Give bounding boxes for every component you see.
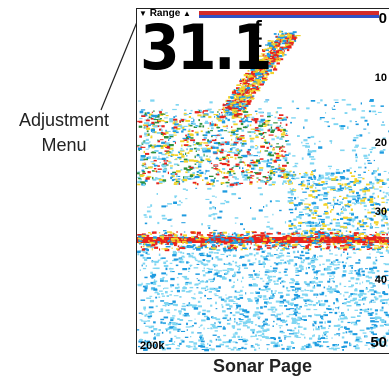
depth-scale-0: 0: [378, 10, 387, 27]
callout-line-2: Menu: [41, 135, 87, 155]
callout-line-1: Adjustment: [18, 110, 110, 130]
depth-scale-30: 30: [374, 206, 387, 218]
frequency-label: 200k: [140, 340, 165, 352]
depth-scale-20: 20: [374, 137, 387, 149]
page-caption: Sonar Page: [212, 356, 313, 376]
depth-unit-t: t: [254, 32, 263, 52]
depth-scale-50: 50: [370, 334, 387, 351]
depth-scale-40: 40: [374, 274, 387, 286]
depth-scale-10: 10: [374, 72, 387, 84]
depth-readout: 31.1: [140, 11, 272, 84]
sonar-screen: ▼ Range ▲ 31.1 f t 0 10 20 30 40 50 200k: [136, 8, 389, 354]
adjustment-menu-callout: Adjustment Menu: [0, 108, 128, 158]
depth-unit: f t: [254, 20, 263, 52]
